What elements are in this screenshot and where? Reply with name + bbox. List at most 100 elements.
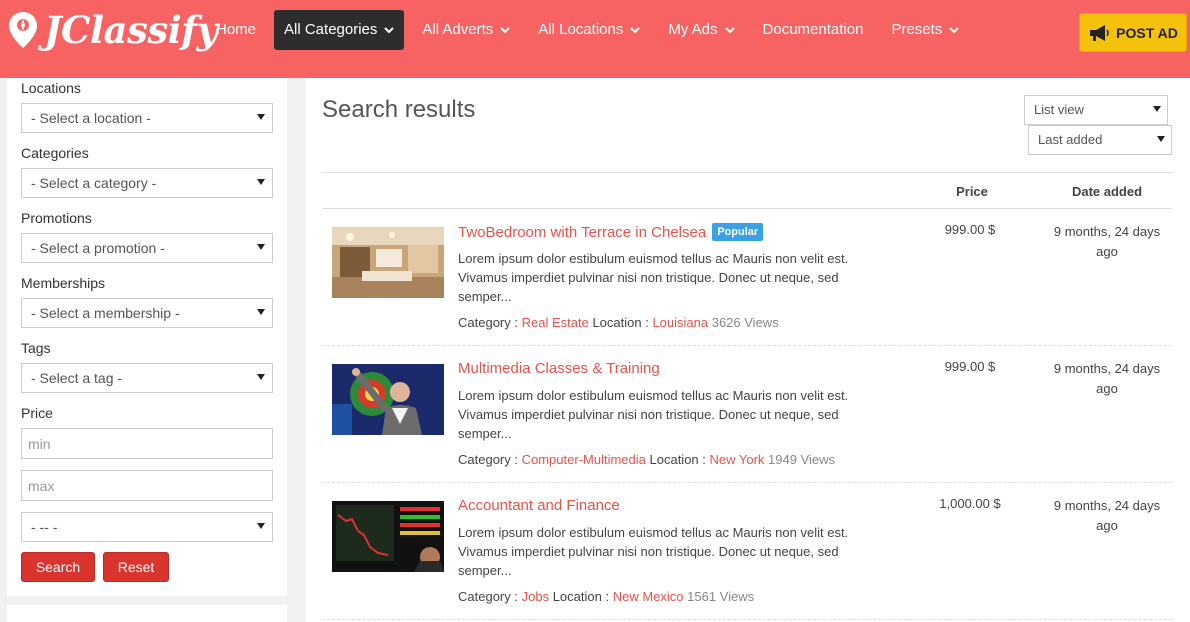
currency-select[interactable]: - -- - — [21, 512, 273, 542]
dropdown-arrow-icon — [1157, 136, 1165, 142]
ad-description: Lorem ipsum dolor estibulum euismod tell… — [458, 388, 849, 441]
dropdown-arrow-icon — [257, 179, 265, 185]
ad-thumbnail[interactable] — [332, 227, 444, 298]
select-value: - Select a tag - — [31, 370, 123, 386]
nav-label: Home — [216, 21, 257, 38]
category-label: Category : — [458, 589, 518, 604]
dropdown-arrow-icon — [257, 114, 265, 120]
category-link[interactable]: Jobs — [522, 589, 549, 604]
map-pin-icon — [8, 10, 38, 50]
nav-my-ads[interactable]: My Ads — [658, 10, 744, 50]
location-label: Location : — [552, 589, 610, 604]
ad-price: 999.00 $ — [944, 359, 996, 374]
category-label: Category : — [458, 452, 518, 467]
nav-label: Presets — [891, 21, 943, 38]
nav-all-categories[interactable]: All Categories — [274, 10, 405, 50]
category-link[interactable]: Real Estate — [522, 315, 589, 330]
dropdown-arrow-icon — [257, 244, 265, 250]
price-min-input[interactable] — [21, 428, 273, 459]
location-link[interactable]: Louisiana — [652, 315, 708, 330]
ad-title-link[interactable]: Multimedia Classes & Training — [458, 360, 660, 377]
locations-label: Locations — [21, 80, 81, 96]
column-header-price[interactable]: Price — [932, 184, 1012, 199]
promotions-label: Promotions — [21, 210, 92, 226]
ad-meta: Category : Jobs Location : New Mexico 15… — [458, 589, 754, 604]
table-row: Accountant and Finance Lorem ipsum dolor… — [322, 483, 1172, 620]
select-value: - Select a category - — [31, 175, 157, 191]
results-panel: Search results List view Last added Pric… — [306, 78, 1190, 622]
nav-label: All Locations — [538, 21, 624, 38]
ad-title-link[interactable]: TwoBedroom with Terrace in Chelsea Popul… — [458, 223, 764, 241]
ad-thumbnail[interactable] — [332, 364, 444, 435]
ad-title-text: Accountant and Finance — [458, 497, 620, 514]
chevron-down-icon — [949, 27, 960, 34]
ad-date: 9 months, 24 days ago — [1053, 498, 1161, 533]
sidebar-secondary-panel — [7, 605, 287, 622]
sort-select[interactable]: Last added — [1028, 125, 1172, 155]
views-count: 1561 Views — [687, 589, 755, 604]
presenter-photo-icon — [332, 364, 444, 435]
ad-title-text: TwoBedroom with Terrace in Chelsea — [458, 223, 707, 241]
views-count: 3626 Views — [711, 315, 779, 330]
price-max-input[interactable] — [21, 470, 273, 501]
ad-description: Lorem ipsum dolor estibulum euismod tell… — [458, 525, 849, 578]
table-row: Multimedia Classes & Training Lorem ipsu… — [322, 346, 1172, 483]
ad-thumbnail[interactable] — [332, 501, 444, 572]
results-table-header: Price Date added — [322, 172, 1172, 209]
chevron-down-icon — [500, 27, 510, 34]
column-header-date[interactable]: Date added — [1042, 184, 1172, 199]
categories-label: Categories — [21, 145, 89, 161]
nav-documentation[interactable]: Documentation — [753, 10, 874, 50]
location-link[interactable]: New Mexico — [613, 589, 684, 604]
nav-label: All Categories — [284, 21, 378, 38]
ad-date: 9 months, 24 days ago — [1053, 361, 1161, 396]
megaphone-icon — [1090, 24, 1109, 41]
post-ad-button[interactable]: POST AD — [1079, 13, 1187, 52]
nav-label: Documentation — [762, 21, 864, 38]
category-link[interactable]: Computer-Multimedia — [522, 452, 646, 467]
top-navbar: JClassify Home All Categories All Advert… — [0, 0, 1190, 78]
location-label: Location : — [649, 452, 706, 467]
popular-badge: Popular — [712, 223, 764, 241]
ad-price: 1,000.00 $ — [939, 496, 1001, 511]
select-value: - Select a promotion - — [31, 240, 165, 256]
site-logo[interactable]: JClassify — [8, 10, 218, 50]
nav-presets[interactable]: Presets — [881, 10, 969, 50]
memberships-label: Memberships — [21, 275, 106, 291]
tag-select[interactable]: - Select a tag - — [21, 363, 273, 393]
nav-label: My Ads — [668, 21, 718, 38]
promotion-select[interactable]: - Select a promotion - — [21, 233, 273, 263]
ad-title-link[interactable]: Accountant and Finance — [458, 497, 620, 514]
reset-button[interactable]: Reset — [103, 552, 169, 582]
page-title: Search results — [322, 96, 476, 123]
tags-label: Tags — [21, 340, 51, 356]
nav-home[interactable]: Home — [206, 10, 266, 50]
select-value: Last added — [1038, 132, 1103, 147]
stock-chart-photo-icon — [332, 501, 444, 572]
ad-meta: Category : Real Estate Location : Louisi… — [458, 315, 779, 330]
price-label: Price — [21, 405, 53, 421]
select-value: - Select a location - — [31, 110, 151, 126]
table-row: TwoBedroom with Terrace in Chelsea Popul… — [322, 209, 1172, 346]
dropdown-arrow-icon — [257, 374, 265, 380]
logo-text: JClassify — [44, 8, 218, 52]
main-nav: Home All Categories All Adverts All Loca… — [206, 10, 977, 50]
dropdown-arrow-icon — [257, 523, 265, 529]
select-value: - Select a membership - — [31, 305, 180, 321]
nav-all-locations[interactable]: All Locations — [528, 10, 650, 50]
nav-all-adverts[interactable]: All Adverts — [412, 10, 520, 50]
membership-select[interactable]: - Select a membership - — [21, 298, 273, 328]
view-mode-select[interactable]: List view — [1024, 95, 1168, 125]
location-link[interactable]: New York — [710, 452, 765, 467]
select-value: - -- - — [31, 519, 58, 535]
search-button[interactable]: Search — [21, 552, 95, 582]
select-value: List view — [1034, 102, 1084, 117]
location-select[interactable]: - Select a location - — [21, 103, 273, 133]
category-select[interactable]: - Select a category - — [21, 168, 273, 198]
chevron-down-icon — [630, 27, 641, 34]
location-label: Location : — [592, 315, 649, 330]
apartment-photo-icon — [332, 227, 444, 298]
ad-description: Lorem ipsum dolor estibulum euismod tell… — [458, 251, 849, 304]
ad-meta: Category : Computer-Multimedia Location … — [458, 452, 835, 467]
dropdown-arrow-icon — [1153, 106, 1161, 112]
